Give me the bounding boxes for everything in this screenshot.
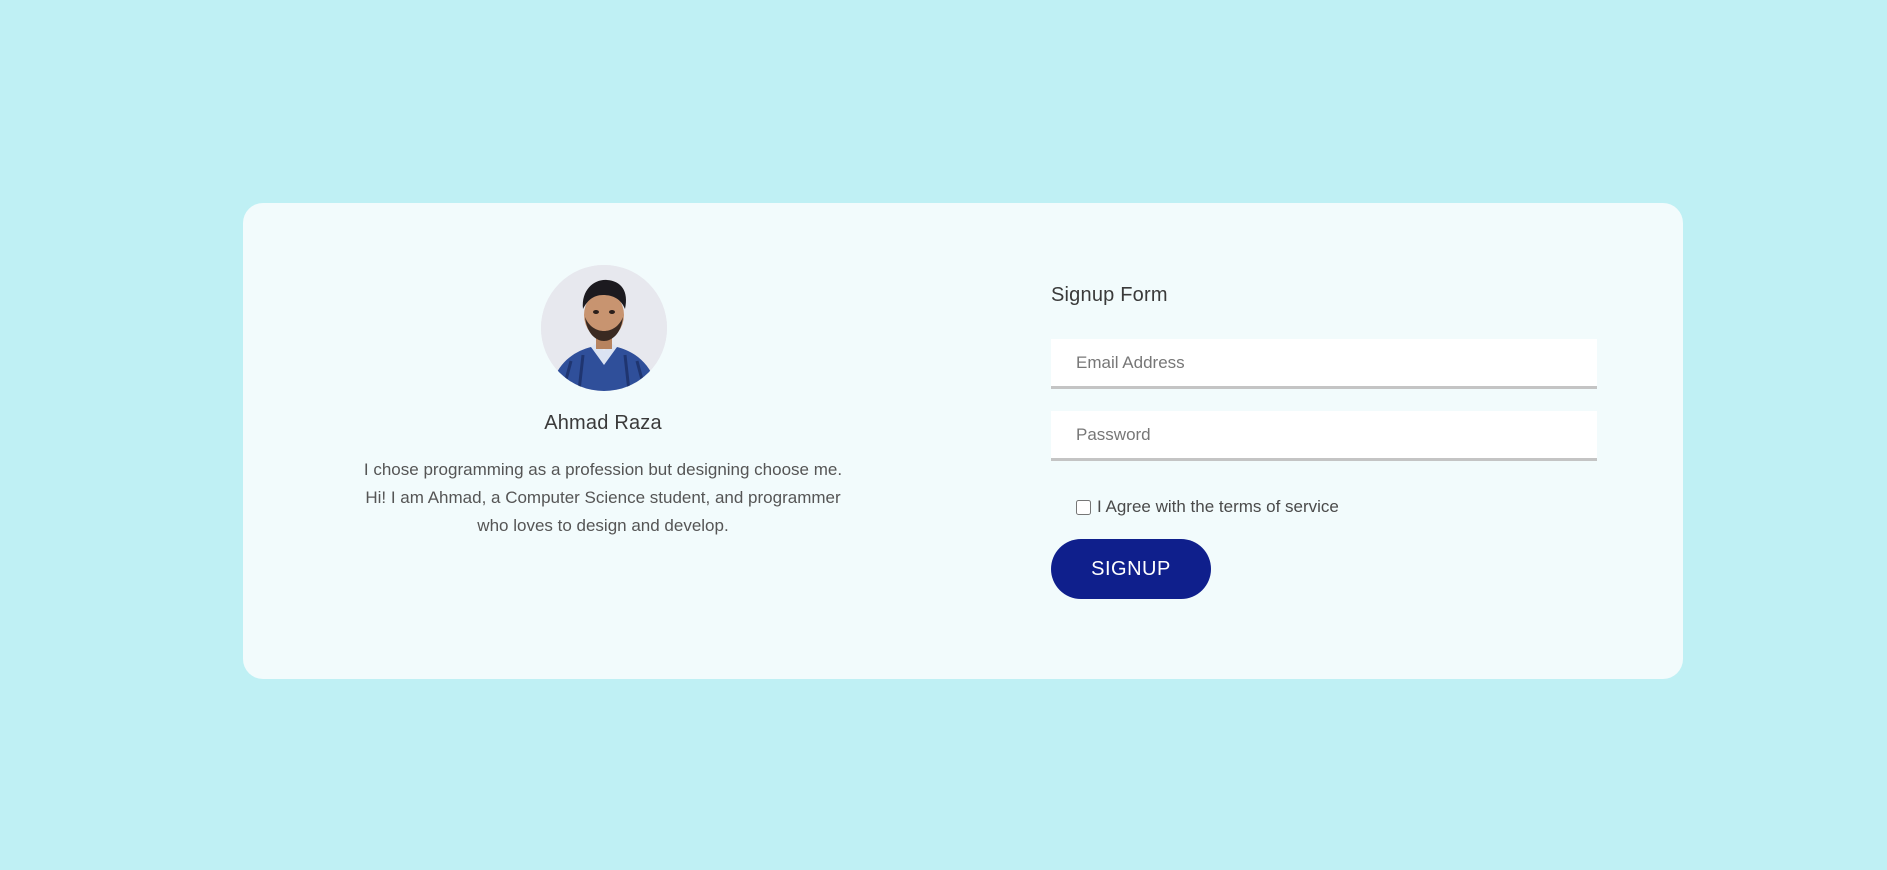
terms-label: I Agree with the terms of service <box>1097 497 1339 516</box>
password-field[interactable] <box>1051 411 1597 461</box>
terms-checkbox[interactable] <box>1076 499 1091 515</box>
profile-panel: Ahmad Raza I chose programming as a prof… <box>243 203 963 679</box>
email-field[interactable] <box>1051 339 1597 389</box>
profile-bio: I chose programming as a profession but … <box>323 456 883 540</box>
profile-name: Ahmad Raza <box>544 412 662 434</box>
form-title: Signup Form <box>1051 284 1168 306</box>
signup-button[interactable]: SIGNUP <box>1051 539 1211 599</box>
signup-form: Signup Form I Agree with the terms of se… <box>1051 203 1597 679</box>
signup-card: Ahmad Raza I chose programming as a prof… <box>243 203 1683 679</box>
profile-avatar <box>541 265 667 391</box>
profile-bio-line: Hi! I am Ahmad, a Computer Science stude… <box>365 488 841 507</box>
profile-bio-line: I chose programming as a profession but … <box>363 460 843 479</box>
profile-bio-line: who loves to design and develop. <box>477 516 729 535</box>
person-photo-icon <box>541 265 667 391</box>
terms-agreement[interactable]: I Agree with the terms of service <box>1076 497 1339 517</box>
